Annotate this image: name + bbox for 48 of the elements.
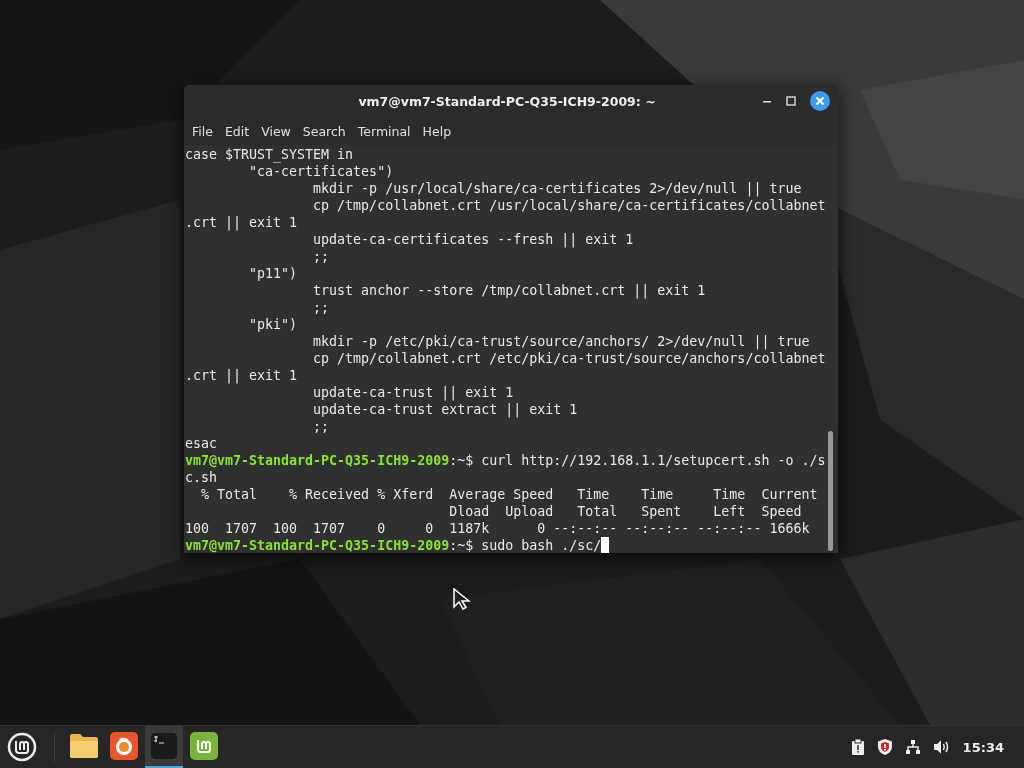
network-icon[interactable] (904, 739, 921, 755)
mint-logo-icon (7, 732, 37, 762)
terminal-line: "pki") (248, 316, 298, 333)
taskbar-app[interactable] (145, 726, 183, 768)
terminal-line: trust anchor --store /tmp/collabnet.crt || exit 1 (312, 282, 706, 299)
terminal-line: case $TRUST_SYSTEM in (185, 146, 354, 163)
window-title: vm7@vm7-Standard-PC-Q35-ICH9-2009: ~ (357, 93, 657, 109)
terminal-line: .crt || exit 1 (185, 214, 298, 231)
terminal-line: esac (185, 435, 218, 452)
terminal-line: update-ca-trust || exit 1 (312, 384, 514, 401)
prompt-user-host: vm7@vm7-Standard-PC-Q35-ICH9-2009 (185, 537, 450, 553)
terminal-line: ;; (312, 299, 330, 316)
close-icon[interactable] (810, 91, 830, 111)
terminal-line: .crt || exit 1 (185, 367, 298, 384)
browser-icon (110, 732, 138, 760)
scrollbar-thumb[interactable] (828, 431, 833, 551)
menu-item[interactable]: File (186, 123, 219, 139)
terminal-command: :~$ sudo bash ./sc/ (449, 537, 602, 553)
shield-icon[interactable] (876, 738, 893, 756)
menu-item[interactable]: Help (416, 123, 458, 139)
clock[interactable]: 15:34 (962, 739, 1004, 755)
terminal-line: ;; (312, 418, 330, 435)
prompt-user-host: vm7@vm7-Standard-PC-Q35-ICH9-2009 (185, 452, 450, 469)
terminal-command: :~$ curl http://192.168.1.1/setupcert.sh -o ./s (449, 452, 826, 469)
clipboard-icon[interactable] (850, 738, 865, 756)
terminal-line: mkdir -p /usr/local/share/ca-certificates 2>/dev/null || true (312, 180, 802, 197)
terminal-line: "p11") (248, 265, 298, 282)
terminal-icon (150, 732, 178, 760)
terminal-line: mkdir -p /etc/pki/ca-trust/source/anchors/ 2>/dev/null || true (312, 333, 810, 350)
maximize-icon[interactable] (786, 96, 796, 106)
terminal-line: update-ca-certificates --fresh || exit 1 (312, 231, 634, 248)
menu-item[interactable]: Terminal (351, 123, 417, 139)
volume-icon[interactable] (932, 739, 951, 755)
menu-item[interactable]: Edit (218, 123, 256, 139)
terminal-line: 100 1707 100 1707 0 0 1187k 0 --:--:-- --:--:-- --:--:-- 1666k (185, 520, 810, 537)
terminal-line: cp /tmp/collabnet.crt /etc/pki/ca-trust/source/anchors/collabnet (312, 350, 826, 367)
mouse-pointer-icon (453, 588, 471, 610)
terminal-line: "ca-certificates") (248, 163, 394, 180)
terminal-line: c.sh (185, 469, 218, 486)
terminal-line: update-ca-trust extract || exit 1 (312, 401, 578, 418)
folder-icon (69, 733, 99, 759)
mint-logo-icon (190, 732, 218, 760)
menu-item[interactable]: Search (296, 123, 352, 139)
terminal-line: % Total % Received % Xferd Average Speed Time Time Time Current (200, 486, 818, 503)
terminal-line: ;; (312, 248, 330, 265)
terminal-line: Dload Upload Total Spent Left Speed (448, 503, 802, 520)
menu-item[interactable]: View (255, 123, 297, 139)
terminal-line: cp /tmp/collabnet.crt /usr/local/share/ca-certificates/collabnet (312, 197, 826, 214)
